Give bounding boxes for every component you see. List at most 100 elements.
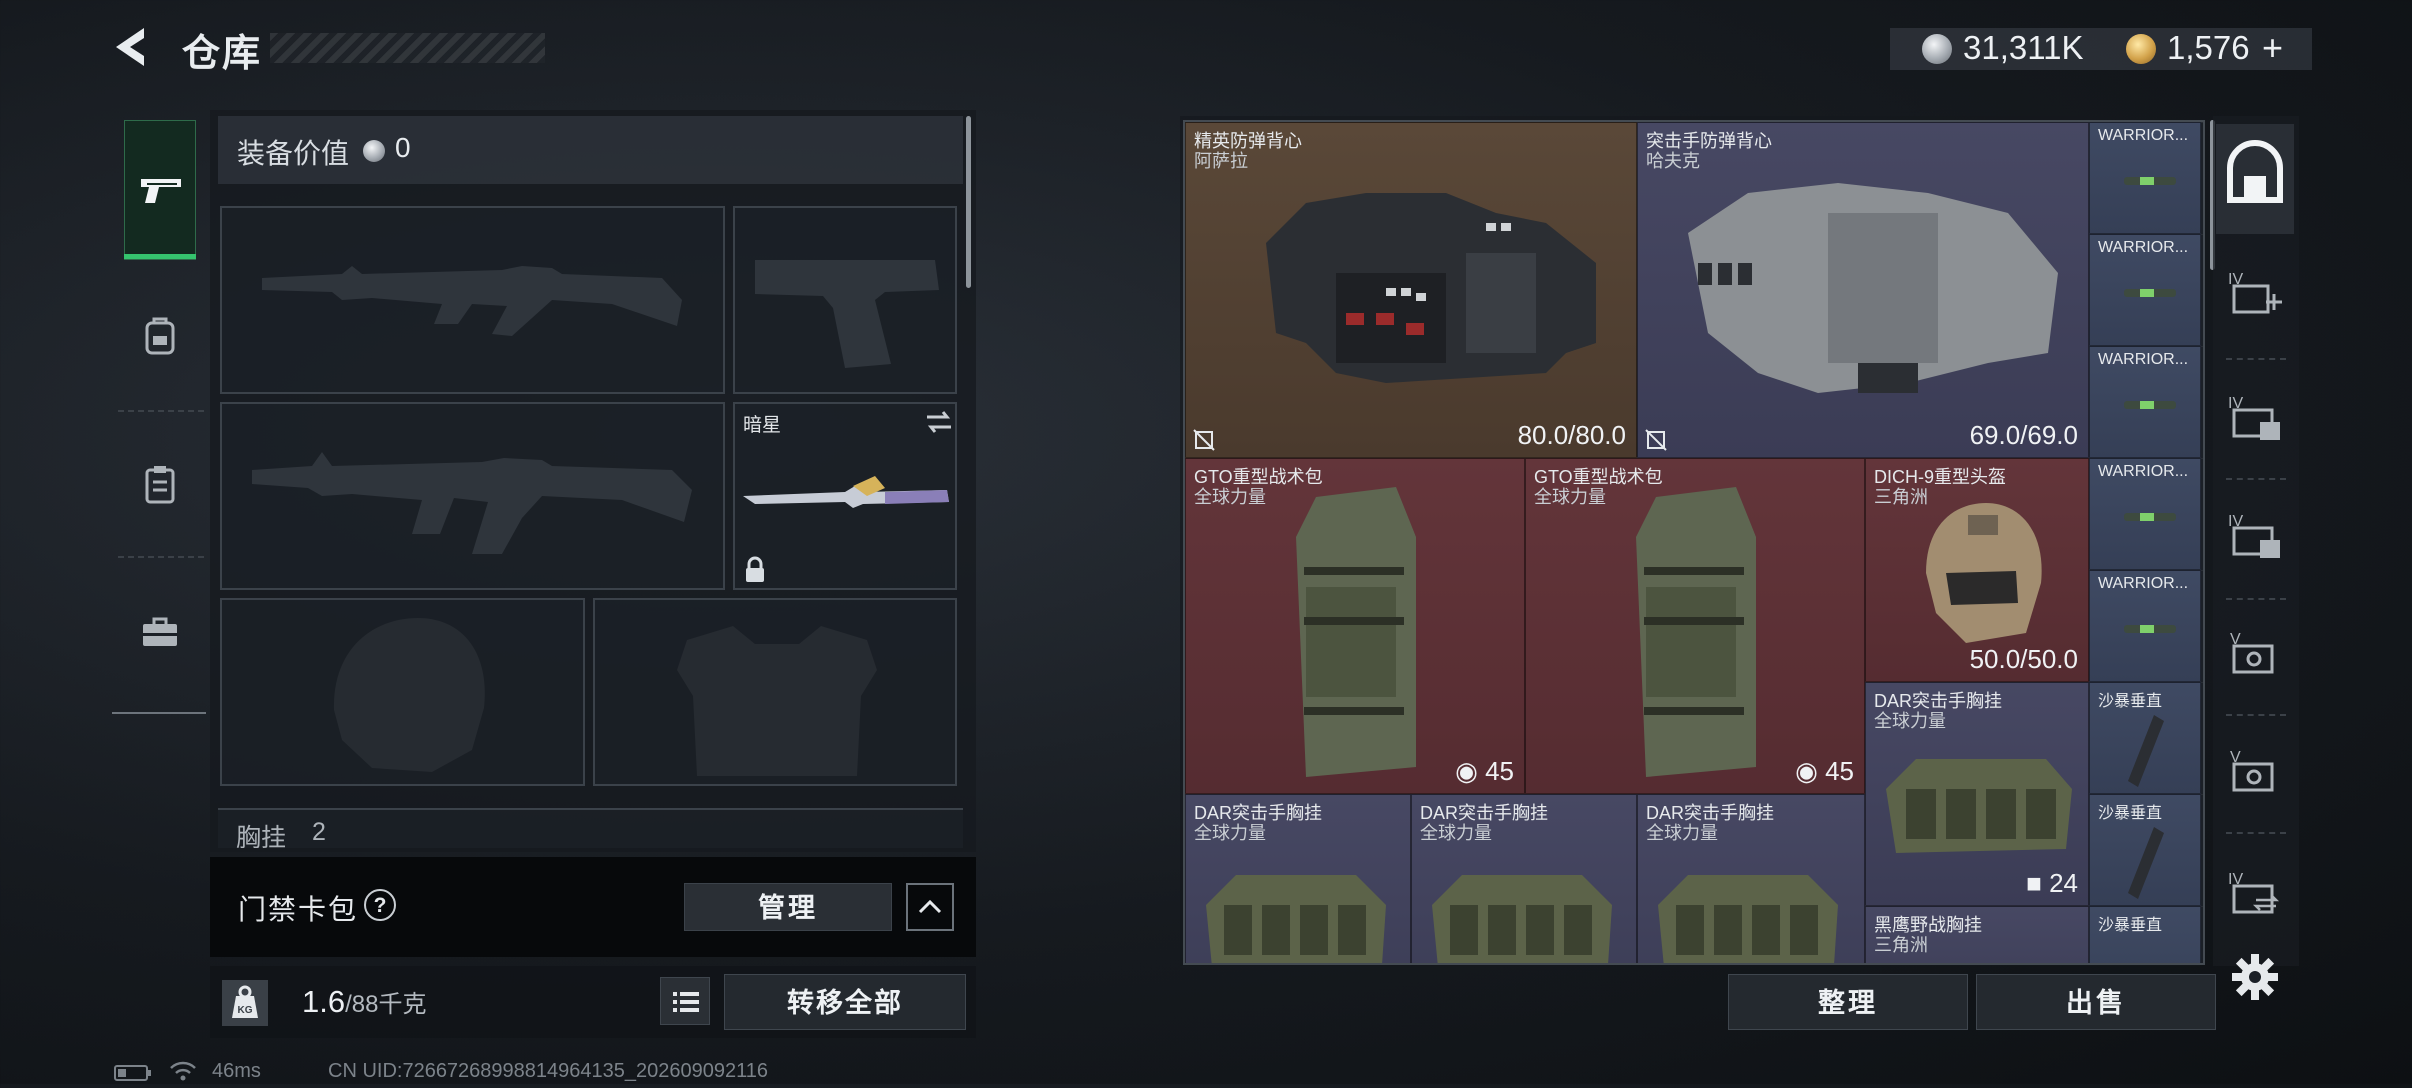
nav-tab-backpack[interactable] bbox=[138, 314, 182, 358]
storage-item-elite-vest[interactable]: 精英防弹背心 阿萨拉 80.0/80.0 bbox=[1185, 122, 1637, 458]
help-icon[interactable]: ? bbox=[364, 889, 396, 921]
secondary-weapon-slot[interactable] bbox=[220, 402, 725, 590]
grip-icon bbox=[2128, 827, 2164, 899]
settings-button[interactable] bbox=[2230, 952, 2280, 1002]
storage-tab-2[interactable]: IV bbox=[2226, 390, 2286, 446]
storage-tab-6[interactable]: IV bbox=[2226, 866, 2286, 922]
nav-divider bbox=[118, 410, 204, 412]
storage-item-warrior-1[interactable]: WARRIOR... bbox=[2089, 122, 2201, 234]
storage-item-dar-chest-rig-large[interactable]: DAR突击手胸挂 全球力量 ■ 24 bbox=[1865, 682, 2089, 906]
storage-iv-icon: IV bbox=[2228, 395, 2280, 440]
storage-item-dar-chest-rig-3[interactable]: DAR突击手胸挂 全球力量 bbox=[1637, 794, 1865, 963]
storage-item-warrior-5[interactable]: WARRIOR... bbox=[2089, 570, 2201, 682]
organize-button[interactable]: 整理 bbox=[1728, 974, 1968, 1030]
wifi-icon bbox=[168, 1058, 198, 1082]
carry-weight-max: /88千克 bbox=[345, 991, 427, 1018]
primary-weapon-slot[interactable] bbox=[220, 206, 725, 394]
equipment-value-label: 装备价值 bbox=[237, 138, 350, 169]
expand-keycard-button[interactable] bbox=[906, 883, 954, 931]
item-durability: 50.0/50.0 bbox=[1969, 644, 2078, 674]
storage-item-gto-bag-1[interactable]: GTO重型战术包 全球力量 ◉ 45 bbox=[1185, 458, 1525, 794]
chest-rig-icon bbox=[1886, 759, 2072, 853]
storage-item-sandstorm-grip-1[interactable]: 沙暴垂直 bbox=[2089, 682, 2201, 794]
gold-currency-value: 1,576 bbox=[2167, 29, 2250, 66]
storage-item-assault-vest[interactable]: 突击手防弹背心 哈夫克 69.0/69.0 bbox=[1637, 122, 2089, 458]
item-name: 沙暴垂直 bbox=[2098, 805, 2163, 822]
storage-item-sandstorm-grip-3[interactable]: 沙暴垂直 bbox=[2089, 906, 2201, 963]
helmet-icon bbox=[1926, 503, 2042, 643]
armor-slot[interactable] bbox=[593, 598, 957, 786]
toolbox-icon bbox=[143, 617, 177, 646]
storage-tab-3[interactable]: IV bbox=[2226, 508, 2286, 564]
item-name: WARRIOR... bbox=[2098, 239, 2189, 256]
item-name: WARRIOR... bbox=[2098, 127, 2189, 144]
item-capacity: ◉ 45 bbox=[1795, 756, 1854, 786]
storage-item-gto-bag-2[interactable]: GTO重型战术包 全球力量 ◉ 45 bbox=[1525, 458, 1865, 794]
storage-tab-expand[interactable]: IV bbox=[2226, 266, 2286, 322]
item-capacity: ◉ 45 bbox=[1455, 756, 1514, 786]
item-name: WARRIOR... bbox=[2098, 575, 2189, 592]
item-durability: 69.0/69.0 bbox=[1969, 420, 2078, 450]
injector-icon bbox=[2124, 625, 2176, 633]
nav-active-indicator bbox=[124, 254, 196, 259]
storage-item-sandstorm-grip-2[interactable]: 沙暴垂直 bbox=[2089, 794, 2201, 906]
keycard-label: 门禁卡包 bbox=[238, 894, 359, 925]
gear-icon bbox=[2232, 954, 2278, 1000]
item-name: WARRIOR... bbox=[2098, 351, 2189, 368]
tab-divider bbox=[2226, 358, 2286, 360]
nav-tab-clipboard[interactable] bbox=[138, 462, 182, 506]
storage-item-warrior-3[interactable]: WARRIOR... bbox=[2089, 346, 2201, 458]
item-origin: 全球力量 bbox=[1420, 823, 1492, 843]
injector-icon bbox=[2124, 401, 2176, 409]
melee-slot[interactable]: 暗星 bbox=[733, 402, 957, 590]
armor-vest-icon bbox=[1266, 193, 1596, 383]
manage-keycard-button[interactable]: 管理 bbox=[684, 883, 892, 931]
storage-item-dar-chest-rig-2[interactable]: DAR突击手胸挂 全球力量 bbox=[1411, 794, 1637, 963]
storage-tab-4[interactable]: V bbox=[2226, 626, 2286, 682]
page-title: 仓库 bbox=[182, 33, 263, 75]
grip-icon bbox=[2128, 715, 2164, 787]
nav-tab-toolbox[interactable] bbox=[138, 610, 182, 654]
gold-coin-icon bbox=[2126, 34, 2156, 64]
add-currency-button[interactable]: + bbox=[2262, 27, 2283, 69]
injector-icon bbox=[2124, 289, 2176, 297]
item-origin: 全球力量 bbox=[1534, 487, 1606, 507]
user-uid: CN UID:72667268998814964135_202609092116 bbox=[328, 1060, 769, 1082]
item-durability: 80.0/80.0 bbox=[1517, 420, 1626, 450]
tab-divider bbox=[2226, 832, 2286, 834]
item-name: WARRIOR... bbox=[2098, 463, 2189, 480]
storage-item-warrior-2[interactable]: WARRIOR... bbox=[2089, 234, 2201, 346]
nav-tab-weapons[interactable] bbox=[124, 120, 196, 260]
chest-rig-icon bbox=[1206, 875, 1386, 963]
lock-icon bbox=[746, 556, 764, 582]
backpack-icon bbox=[145, 317, 175, 355]
transfer-all-button[interactable]: 转移全部 bbox=[724, 974, 966, 1030]
item-count: ■ 24 bbox=[2026, 868, 2078, 898]
title-decoration bbox=[270, 33, 545, 63]
chest-rig-count: 2 bbox=[312, 818, 326, 846]
storage-item-dar-chest-rig-1[interactable]: DAR突击手胸挂 全球力量 bbox=[1185, 794, 1411, 963]
storage-item-blackhawk-chest-rig[interactable]: 黑鹰野战胸挂 三角洲 bbox=[1865, 906, 2089, 963]
storage-v-icon: V bbox=[2230, 749, 2274, 792]
storage-item-dich9-helmet[interactable]: DICH-9重型头盔 三角洲 50.0/50.0 bbox=[1865, 458, 2089, 682]
back-button[interactable] bbox=[110, 24, 156, 70]
storage-v-icon: V bbox=[2230, 631, 2274, 674]
sell-button[interactable]: 出售 bbox=[1976, 974, 2216, 1030]
item-origin: 全球力量 bbox=[1646, 823, 1718, 843]
ping-value: 46ms bbox=[212, 1060, 261, 1082]
silver-coin-icon bbox=[1922, 34, 1952, 64]
swap-icon[interactable] bbox=[925, 410, 953, 434]
storage-item-warrior-4[interactable]: WARRIOR... bbox=[2089, 458, 2201, 570]
carry-weight-current: 1.6 bbox=[302, 984, 346, 1019]
storage-tab-5[interactable]: V bbox=[2226, 744, 2286, 800]
list-view-button[interactable] bbox=[660, 977, 710, 1025]
pistol-slot[interactable] bbox=[733, 206, 957, 394]
clipboard-icon bbox=[145, 466, 175, 504]
pistol-icon bbox=[141, 179, 181, 203]
list-icon bbox=[673, 992, 699, 1012]
item-origin: 全球力量 bbox=[1194, 487, 1266, 507]
equipment-scrollbar[interactable] bbox=[966, 116, 971, 288]
storage-tab-main[interactable] bbox=[2216, 124, 2294, 234]
no-repair-icon bbox=[1193, 429, 1215, 451]
helmet-slot[interactable] bbox=[220, 598, 585, 786]
